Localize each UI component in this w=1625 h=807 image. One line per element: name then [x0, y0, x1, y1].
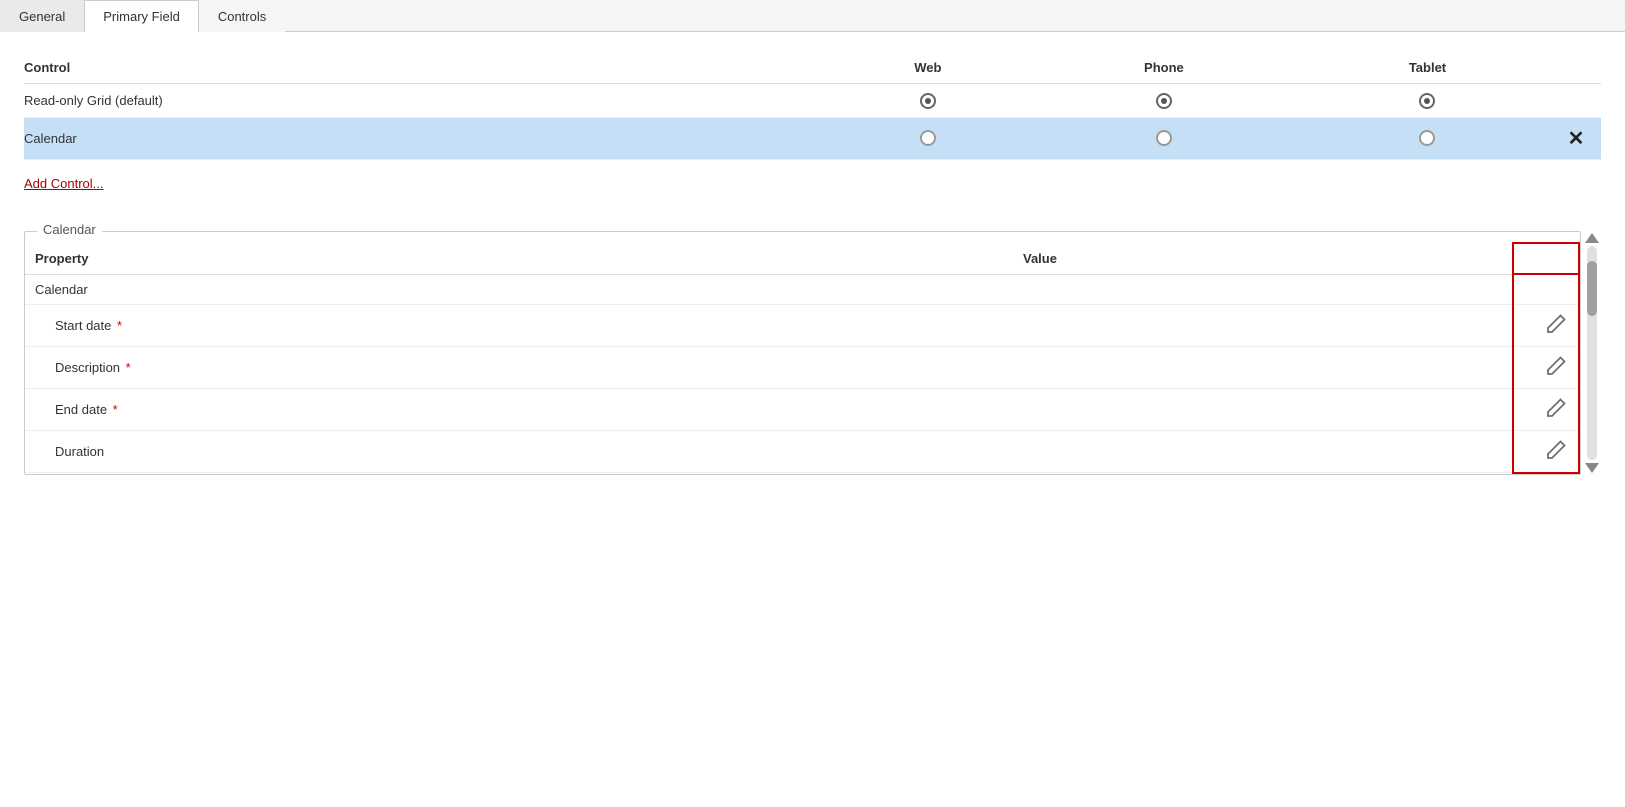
- scroll-up-arrow[interactable]: [1585, 233, 1599, 243]
- table-row: Description *: [25, 346, 1579, 388]
- prop-col-header: Property: [25, 243, 1013, 275]
- remove-cell-readonly: [1561, 84, 1601, 118]
- col-header-phone: Phone: [1034, 52, 1304, 84]
- remove-icon[interactable]: ✕: [1568, 128, 1585, 150]
- control-name-readonly: Read-only Grid (default): [24, 84, 832, 118]
- group-value-cell: [1013, 274, 1513, 304]
- group-edit-cell: [1513, 274, 1579, 304]
- properties-table: Property Value Calendar: [25, 242, 1580, 474]
- col-header-control: Control: [24, 52, 832, 84]
- prop-label: End date: [55, 402, 107, 417]
- scroll-down-arrow[interactable]: [1585, 463, 1599, 473]
- value-start-date: [1013, 304, 1513, 346]
- edit-cell-description[interactable]: [1513, 346, 1579, 388]
- value-col-header: Value: [1013, 243, 1513, 275]
- scrollbar: [1583, 231, 1601, 475]
- tab-bar: General Primary Field Controls: [0, 0, 1625, 32]
- edit-cell-start-date[interactable]: [1513, 304, 1579, 346]
- radio-web-readonly[interactable]: [832, 84, 1034, 118]
- required-star: *: [117, 318, 122, 333]
- table-row: Read-only Grid (default): [24, 84, 1601, 118]
- required-star: *: [113, 402, 118, 417]
- tab-controls[interactable]: Controls: [199, 0, 285, 32]
- controls-table: Control Web Phone Tablet Read-only Grid …: [24, 52, 1601, 160]
- edit-col-header: [1513, 243, 1579, 275]
- value-end-date: [1013, 388, 1513, 430]
- radio-web-calendar[interactable]: [832, 117, 1034, 159]
- table-row: Start date *: [25, 304, 1579, 346]
- radio-icon[interactable]: [1419, 93, 1435, 109]
- radio-icon[interactable]: [1419, 130, 1435, 146]
- prop-label: Start date: [55, 318, 111, 333]
- radio-icon[interactable]: [920, 130, 936, 146]
- group-label: Calendar: [25, 274, 1013, 304]
- tab-primary-field[interactable]: Primary Field: [84, 0, 199, 32]
- col-header-tablet: Tablet: [1304, 52, 1561, 84]
- table-row: Calendar ✕: [24, 117, 1601, 159]
- remove-cell-calendar[interactable]: ✕: [1561, 117, 1601, 159]
- table-row: End date *: [25, 388, 1579, 430]
- edit-cell-duration[interactable]: [1513, 430, 1579, 473]
- required-star: *: [126, 360, 131, 375]
- add-control-link[interactable]: Add Control...: [24, 176, 104, 191]
- edit-icon[interactable]: [1544, 312, 1568, 336]
- edit-cell-end-date[interactable]: [1513, 388, 1579, 430]
- table-row: Calendar: [25, 274, 1579, 304]
- prop-label: Duration: [55, 444, 104, 459]
- control-name-calendar: Calendar: [24, 117, 832, 159]
- radio-icon[interactable]: [920, 93, 936, 109]
- radio-tablet-calendar[interactable]: [1304, 117, 1561, 159]
- prop-description: Description *: [25, 346, 1013, 388]
- value-description: [1013, 346, 1513, 388]
- radio-phone-readonly[interactable]: [1034, 84, 1304, 118]
- value-duration: [1013, 430, 1513, 473]
- prop-start-date: Start date *: [25, 304, 1013, 346]
- prop-end-date: End date *: [25, 388, 1013, 430]
- prop-label: Description: [55, 360, 120, 375]
- calendar-section-legend: Calendar: [37, 222, 102, 237]
- tab-general[interactable]: General: [0, 0, 84, 32]
- edit-icon[interactable]: [1544, 354, 1568, 378]
- edit-icon[interactable]: [1544, 438, 1568, 462]
- scroll-thumb[interactable]: [1587, 261, 1597, 316]
- prop-duration: Duration: [25, 430, 1013, 473]
- radio-icon[interactable]: [1156, 130, 1172, 146]
- col-header-web: Web: [832, 52, 1034, 84]
- radio-icon[interactable]: [1156, 93, 1172, 109]
- edit-icon[interactable]: [1544, 396, 1568, 420]
- calendar-section: Calendar Property Value Calendar: [24, 231, 1581, 475]
- radio-phone-calendar[interactable]: [1034, 117, 1304, 159]
- main-content: Control Web Phone Tablet Read-only Grid …: [0, 32, 1625, 495]
- scroll-track: [1587, 246, 1597, 460]
- radio-tablet-readonly[interactable]: [1304, 84, 1561, 118]
- table-row: Duration: [25, 430, 1579, 473]
